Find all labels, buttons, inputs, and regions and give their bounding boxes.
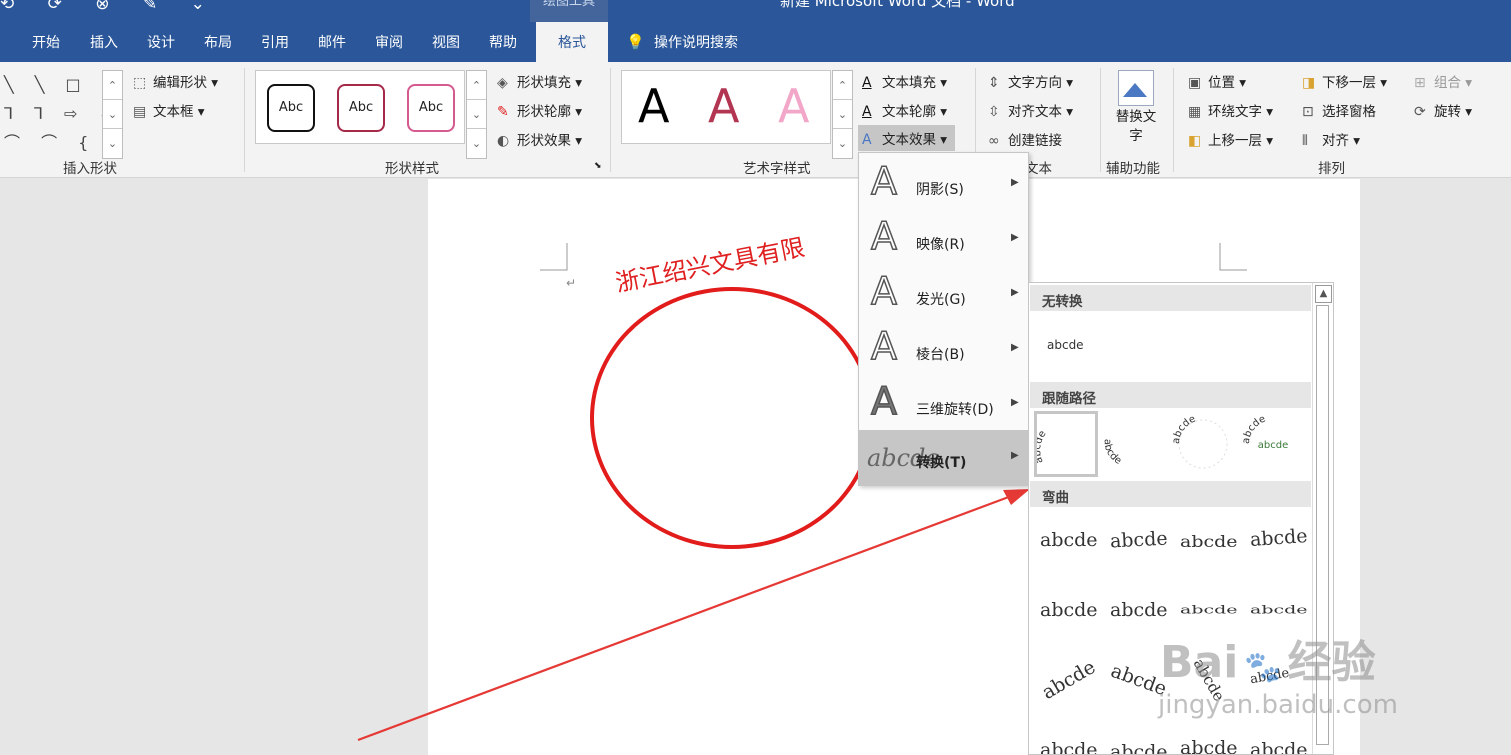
section-header-warp: 弯曲 [1030,481,1311,507]
warp-option[interactable]: abcde [1110,599,1168,621]
submenu-arrow-icon: ▶ [1011,232,1019,243]
submenu-arrow-icon: ▶ [1011,287,1019,298]
submenu-arrow-icon: ▶ [1011,342,1019,353]
follow-path-circle-option[interactable]: abcde [1171,411,1235,477]
submenu-arrow-icon: ▶ [1011,177,1019,188]
follow-path-button-option[interactable]: abcde abcde [1241,411,1305,477]
bevel-icon: A [870,323,898,369]
warp-option[interactable]: abcde [1038,656,1099,704]
menu-item-3d-rotation[interactable]: A 三维旋转(D) ▶ [859,377,1028,432]
no-transform-option[interactable]: abcde [1047,338,1084,352]
warp-option[interactable]: abcde [1180,533,1238,552]
menu-item-transform[interactable]: abcde 转换(T) ▶ [859,430,1028,485]
warp-option[interactable]: abcde [1110,741,1168,754]
baidu-watermark: Bai 🐾 经验 [1160,637,1376,688]
paw-icon: 🐾 [1244,650,1282,685]
submenu-arrow-icon: ▶ [1011,450,1019,461]
warp-option[interactable]: abcde [1249,525,1308,551]
crop-mark [1219,243,1247,271]
section-header-follow-path: 跟随路径 [1030,382,1311,408]
svg-text:abcde: abcde [1037,429,1049,465]
svg-text:abcde: abcde [1102,439,1124,467]
circle-preview-icon: abcde [1171,414,1228,469]
follow-path-arch-up-option[interactable]: abcde [1032,411,1098,477]
submenu-arrow-icon: ▶ [1011,397,1019,408]
svg-text:abcde: abcde [1258,440,1288,451]
follow-path-arch-down-option[interactable]: abcde [1101,411,1165,477]
arch-down-preview-icon: abcde [1102,439,1124,467]
red-ellipse-shape[interactable] [590,287,874,549]
menu-item-shadow[interactable]: A 阴影(S) ▶ [859,157,1028,212]
warp-option[interactable]: abcde [1040,599,1098,621]
warp-option[interactable]: abcde [1250,739,1308,754]
menu-item-glow[interactable]: A 发光(G) ▶ [859,267,1028,322]
annotation-arrowhead [1003,489,1030,505]
warp-option[interactable]: abcde [1250,603,1308,616]
baidu-watermark-url: jingyan.baidu.com [1158,690,1398,720]
warp-option[interactable]: abcde [1040,529,1098,551]
warp-option[interactable]: abcde [1180,737,1238,754]
warp-option[interactable]: abcde [1180,603,1238,616]
button-preview-icon: abcdeabcde [1241,414,1288,451]
section-header-no-transform: 无转换 [1030,285,1311,311]
3d-rotation-icon: A [870,378,898,424]
text-effects-menu: A 阴影(S) ▶ A 映像(R) ▶ A 发光(G) ▶ A 棱台(B) ▶ A 三维旋转(D)… [858,152,1029,486]
arch-up-preview-icon: abcde [1032,429,1049,465]
glow-icon: A [870,268,898,314]
warp-option[interactable]: abcde [1109,528,1168,553]
crop-mark [540,243,568,271]
paragraph-mark-icon: ↵ [566,276,577,290]
svg-text:abcde: abcde [1171,414,1197,445]
menu-item-reflection[interactable]: A 映像(R) ▶ [859,212,1028,267]
menu-item-bevel[interactable]: A 棱台(B) ▶ [859,322,1028,377]
shadow-icon: A [870,158,898,204]
warp-option[interactable]: abcde [1040,739,1098,754]
reflection-icon: A [870,213,898,259]
scroll-up-icon[interactable]: ▲ [1315,285,1332,303]
